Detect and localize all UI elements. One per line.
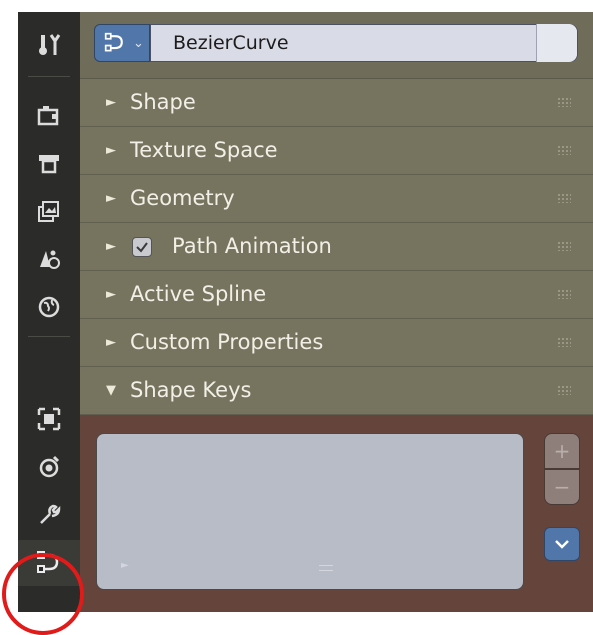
section-label: Active Spline: [130, 282, 267, 306]
list-filter-arrow-icon[interactable]: ►: [121, 560, 129, 571]
object-icon: [37, 407, 61, 431]
section-label: Shape Keys: [130, 378, 252, 402]
chevron-down-icon: ⌄: [133, 35, 144, 51]
chevron-down-icon: [555, 540, 569, 549]
checkmark-icon: [136, 242, 148, 253]
section-active-spline[interactable]: ► Active Spline: [80, 271, 593, 319]
expand-arrow-icon: ►: [106, 287, 116, 302]
world-icon: [38, 296, 60, 318]
section-shape[interactable]: ► Shape: [80, 79, 593, 127]
drag-grip-icon[interactable]: [557, 145, 571, 155]
section-custom-properties[interactable]: ► Custom Properties: [80, 319, 593, 367]
data-name-text: BezierCurve: [173, 32, 289, 54]
section-texture-space[interactable]: ► Texture Space: [80, 127, 593, 175]
modifier-icon: [40, 504, 61, 524]
fake-user-button[interactable]: [536, 24, 577, 62]
data-type-dropdown[interactable]: ⌄: [94, 24, 150, 62]
expand-arrow-icon: ►: [106, 95, 116, 110]
tool-icon: [39, 34, 61, 55]
properties-panel: ⌄ BezierCurve ► Shape ► Texture Space ► …: [80, 12, 593, 612]
add-shape-key-button[interactable]: +: [544, 433, 580, 469]
shape-keys-panel: ► + −: [80, 415, 593, 612]
section-label: Custom Properties: [130, 330, 324, 354]
drag-grip-icon[interactable]: [557, 241, 571, 251]
data-name-field[interactable]: BezierCurve: [150, 24, 578, 62]
shape-keys-list[interactable]: ►: [96, 433, 524, 590]
view-layer-icon: [38, 201, 59, 222]
tab-object[interactable]: [18, 396, 80, 442]
tab-curve-data[interactable]: [18, 540, 80, 586]
path-animation-checkbox[interactable]: [132, 237, 152, 257]
drag-grip-icon[interactable]: [557, 193, 571, 203]
section-label: Geometry: [130, 186, 235, 210]
section-shape-keys[interactable]: ▼ Shape Keys: [80, 367, 593, 415]
properties-tab-bar: [18, 12, 80, 612]
section-geometry[interactable]: ► Geometry: [80, 175, 593, 223]
section-label: Shape: [130, 90, 196, 114]
curve-data-icon: [104, 32, 123, 52]
section-path-animation[interactable]: ► Path Animation: [80, 223, 593, 271]
drag-grip-icon[interactable]: [557, 289, 571, 299]
curve-data-icon: [37, 551, 59, 573]
scene-icon: [40, 250, 60, 269]
collapse-arrow-icon: ▼: [106, 383, 116, 398]
expand-arrow-icon: ►: [106, 191, 116, 206]
output-icon: [39, 155, 59, 174]
section-label: Texture Space: [130, 138, 278, 162]
tab-view-layer[interactable]: [18, 188, 80, 234]
expand-arrow-icon: ►: [106, 239, 116, 254]
expand-arrow-icon: ►: [106, 143, 116, 158]
list-resize-grip[interactable]: [319, 565, 333, 571]
tab-output[interactable]: [18, 140, 80, 186]
drag-grip-icon[interactable]: [557, 385, 571, 395]
tab-physics[interactable]: [18, 444, 80, 490]
drag-grip-icon[interactable]: [557, 337, 571, 347]
tab-render[interactable]: [18, 92, 80, 138]
remove-shape-key-button[interactable]: −: [544, 469, 580, 505]
shape-key-specials-button[interactable]: [544, 527, 580, 561]
section-label: Path Animation: [172, 234, 332, 258]
data-block-header: ⌄ BezierCurve: [80, 12, 593, 79]
render-icon: [37, 106, 59, 126]
tab-modifier[interactable]: [18, 492, 80, 538]
physics-icon: [39, 455, 60, 478]
expand-arrow-icon: ►: [106, 335, 116, 350]
tab-tool[interactable]: [18, 22, 80, 68]
tab-scene[interactable]: [18, 236, 80, 282]
tab-world[interactable]: [18, 284, 80, 330]
drag-grip-icon[interactable]: [557, 97, 571, 107]
